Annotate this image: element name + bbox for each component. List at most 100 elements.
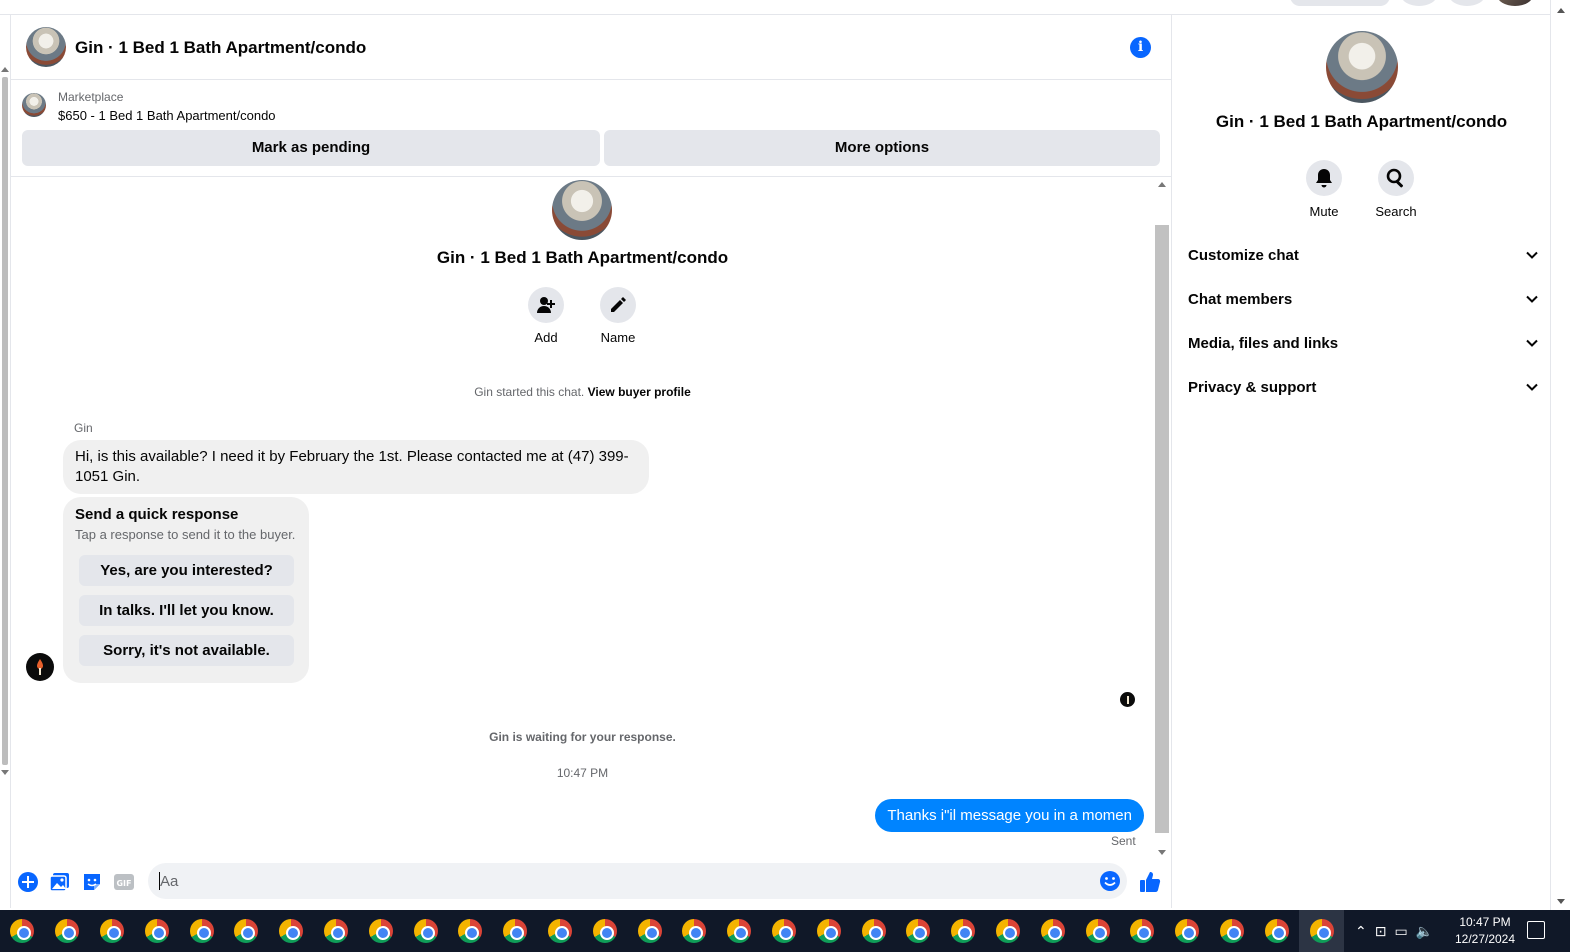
- top-nav-button[interactable]: [1401, 0, 1437, 6]
- chrome-taskbar-icon[interactable]: [134, 910, 179, 952]
- chat-started-note: Gin started this chat. View buyer profil…: [11, 385, 1154, 399]
- conversation-photo: [552, 180, 612, 240]
- chrome-taskbar-icon[interactable]: [1210, 910, 1255, 952]
- listing-title[interactable]: $650 - 1 Bed 1 Bath Apartment/condo: [58, 108, 276, 123]
- add-people-button[interactable]: Add: [516, 287, 576, 345]
- chrome-icon: [55, 919, 80, 943]
- chevron-down-icon: [1526, 251, 1538, 259]
- scroll-up-arrow[interactable]: [1, 67, 9, 72]
- chrome-icon: [951, 919, 976, 943]
- chrome-taskbar-icon[interactable]: [806, 910, 851, 952]
- scroll-up-arrow[interactable]: [1158, 182, 1166, 187]
- chrome-taskbar-icon[interactable]: [403, 910, 448, 952]
- taskbar-clock[interactable]: 10:47 PM 12/27/2024: [1450, 914, 1520, 948]
- chrome-taskbar-icon[interactable]: [717, 910, 762, 952]
- top-nav-button[interactable]: [1449, 0, 1485, 6]
- customize-chat-section[interactable]: Customize chat: [1188, 247, 1538, 264]
- search-button[interactable]: Search: [1366, 160, 1426, 219]
- page-scrollbar[interactable]: [1550, 0, 1570, 910]
- chrome-taskbar-icon[interactable]: [1299, 910, 1344, 952]
- emoji-icon[interactable]: [1099, 870, 1121, 892]
- chat-members-section[interactable]: Chat members: [1188, 291, 1538, 308]
- chrome-taskbar-icon[interactable]: [179, 910, 224, 952]
- chrome-taskbar-icon[interactable]: [224, 910, 269, 952]
- top-navigation-strip: [0, 0, 1570, 15]
- chrome-taskbar-icon[interactable]: [582, 910, 627, 952]
- chrome-icon: [189, 919, 214, 943]
- chrome-taskbar-icon[interactable]: [1120, 910, 1165, 952]
- message-scrollbar[interactable]: [1154, 177, 1171, 857]
- volume-icon[interactable]: 🔈: [1416, 923, 1433, 940]
- chrome-taskbar-icon[interactable]: [762, 910, 807, 952]
- chrome-taskbar-icon[interactable]: [0, 910, 45, 952]
- chrome-icon: [99, 919, 124, 943]
- quick-response-button[interactable]: In talks. I'll let you know.: [79, 595, 294, 626]
- chrome-taskbar-icon[interactable]: [672, 910, 717, 952]
- info-icon[interactable]: i: [1130, 37, 1151, 58]
- chrome-taskbar-icon[interactable]: [1075, 910, 1120, 952]
- sticker-icon[interactable]: [81, 871, 103, 893]
- chrome-taskbar-icon[interactable]: [941, 910, 986, 952]
- chat-title[interactable]: Gin · 1 Bed 1 Bath Apartment/condo: [75, 38, 366, 58]
- chrome-icon: [861, 919, 886, 943]
- outgoing-message[interactable]: Thanks i"il message you in a momen: [875, 799, 1144, 832]
- chrome-taskbar-icon[interactable]: [448, 910, 493, 952]
- chrome-icon: [816, 919, 841, 943]
- chrome-taskbar-icon[interactable]: [1254, 910, 1299, 952]
- buyer-avatar[interactable]: [26, 653, 54, 681]
- message-input-wrapper[interactable]: [148, 863, 1127, 899]
- network-icon[interactable]: ▭: [1394, 923, 1407, 940]
- view-buyer-profile-link[interactable]: View buyer profile: [588, 385, 691, 399]
- chrome-icon: [1040, 919, 1065, 943]
- chat-header: Gin · 1 Bed 1 Bath Apartment/condo i: [11, 15, 1172, 80]
- chrome-taskbar-icon[interactable]: [538, 910, 583, 952]
- scroll-down-arrow[interactable]: [1557, 899, 1565, 904]
- scroll-down-arrow[interactable]: [1, 770, 9, 775]
- top-nav-pill[interactable]: [1290, 0, 1390, 6]
- privacy-support-section[interactable]: Privacy & support: [1188, 379, 1538, 396]
- chrome-icon: [682, 919, 707, 943]
- gif-icon[interactable]: GIF: [113, 871, 135, 893]
- chrome-taskbar-icon[interactable]: [45, 910, 90, 952]
- chrome-taskbar-icon[interactable]: [493, 910, 538, 952]
- chrome-taskbar-icon[interactable]: [1030, 910, 1075, 952]
- quick-response-button[interactable]: Sorry, it's not available.: [79, 635, 294, 666]
- scroll-up-arrow[interactable]: [1557, 8, 1565, 13]
- chrome-icon: [1085, 919, 1110, 943]
- scrollbar-thumb[interactable]: [2, 77, 8, 765]
- chrome-taskbar-icon[interactable]: [314, 910, 359, 952]
- name-chat-button[interactable]: Name: [588, 287, 648, 345]
- chrome-taskbar-icon[interactable]: [358, 910, 403, 952]
- photo-icon[interactable]: [49, 871, 71, 893]
- chrome-taskbar-icon[interactable]: [986, 910, 1031, 952]
- meet-now-icon[interactable]: ⊡: [1375, 923, 1387, 940]
- quick-response-button[interactable]: Yes, are you interested?: [79, 555, 294, 586]
- listing-thumbnail[interactable]: [22, 93, 46, 117]
- outer-scrollbar[interactable]: [0, 65, 10, 777]
- more-options-button[interactable]: More options: [604, 130, 1160, 166]
- mark-as-pending-button[interactable]: Mark as pending: [22, 130, 600, 166]
- chrome-icon: [234, 919, 259, 943]
- notifications-icon[interactable]: [1527, 921, 1545, 939]
- incoming-message[interactable]: Hi, is this available? I need it by Febr…: [63, 440, 649, 494]
- account-avatar[interactable]: [1497, 0, 1533, 6]
- chrome-taskbar-icon[interactable]: [627, 910, 672, 952]
- chrome-taskbar-icon[interactable]: [896, 910, 941, 952]
- message-composer: GIF: [11, 858, 1172, 908]
- mute-button[interactable]: Mute: [1294, 160, 1354, 219]
- plus-icon[interactable]: [17, 871, 39, 893]
- message-input[interactable]: [160, 863, 1080, 899]
- chrome-taskbar-icon[interactable]: [90, 910, 135, 952]
- marketplace-label: Marketplace: [58, 90, 124, 104]
- scroll-down-arrow[interactable]: [1158, 850, 1166, 855]
- chrome-taskbar-icon[interactable]: [851, 910, 896, 952]
- chrome-taskbar-icon[interactable]: [1165, 910, 1210, 952]
- section-label: Privacy & support: [1188, 379, 1317, 396]
- chevron-up-icon[interactable]: ⌃: [1355, 923, 1367, 940]
- listing-thumbnail[interactable]: [26, 27, 66, 67]
- marketplace-banner: Marketplace $650 - 1 Bed 1 Bath Apartmen…: [11, 81, 1172, 177]
- chrome-taskbar-icon[interactable]: [269, 910, 314, 952]
- thumbs-up-icon[interactable]: [1138, 870, 1162, 894]
- media-files-links-section[interactable]: Media, files and links: [1188, 335, 1538, 352]
- scrollbar-thumb[interactable]: [1155, 225, 1169, 833]
